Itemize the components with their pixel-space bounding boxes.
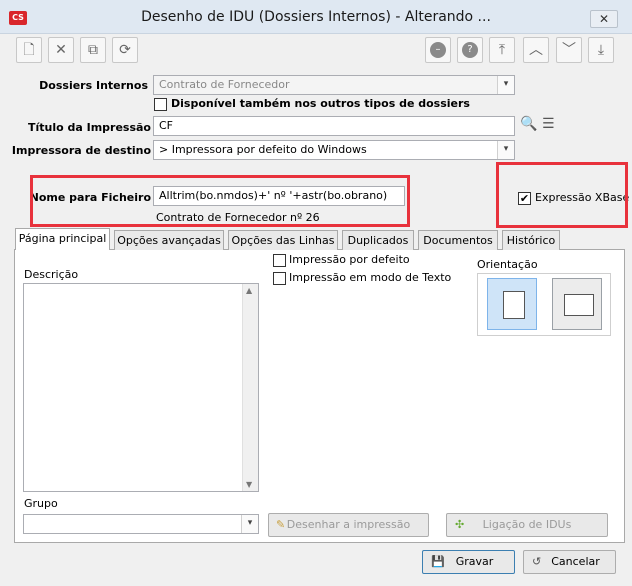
delete-icon: ✕: [55, 42, 67, 58]
ligacao-idus-button[interactable]: ✣ Ligação de IDUs: [446, 513, 608, 537]
landscape-page-icon: [564, 294, 594, 316]
new-icon: 🗋: [23, 42, 35, 58]
cancelar-button[interactable]: ↺ Cancelar: [523, 550, 616, 574]
save-icon: 💾: [431, 555, 445, 568]
last-record-button[interactable]: ⤓: [588, 37, 614, 63]
titulo-input[interactable]: CF: [153, 116, 515, 136]
close-button[interactable]: ✕: [590, 10, 618, 28]
dossiers-select[interactable]: Contrato de Fornecedor ▾: [153, 75, 515, 95]
gravar-label: Gravar: [455, 555, 494, 568]
titulo-label: Título da Impressão: [27, 121, 151, 134]
list-icon[interactable]: ☰: [542, 116, 560, 136]
help-icon: ?: [462, 42, 478, 58]
tab-duplicados[interactable]: Duplicados: [342, 230, 414, 250]
landscape-button[interactable]: [552, 278, 602, 330]
desenhar-label: Desenhar a impressão: [286, 518, 411, 531]
previous-icon: ︿: [529, 42, 543, 58]
cancelar-label: Cancelar: [551, 555, 600, 568]
chevron-down-icon: ▾: [497, 141, 514, 159]
window-title: Desenho de IDU (Dossiers Internos) - Alt…: [141, 9, 491, 25]
delete-button[interactable]: ✕: [48, 37, 74, 63]
refresh-icon: ⟳: [119, 42, 131, 58]
stop-button[interactable]: –: [425, 37, 451, 63]
disponivel-label: Disponível também nos outros tipos de do…: [171, 97, 470, 110]
impressao-defeito-checkbox[interactable]: [273, 254, 286, 267]
dossiers-label: Dossiers Internos: [39, 79, 148, 92]
tab-opcoes-linhas[interactable]: Opções das Linhas: [228, 230, 338, 250]
impressora-label: Impressora de destino: [11, 144, 151, 157]
grupo-select[interactable]: ▾: [23, 514, 259, 534]
dossiers-value: Contrato de Fornecedor: [159, 78, 290, 91]
highlight-nome-ficheiro: [30, 175, 410, 227]
scroll-down-icon: ▼: [246, 480, 253, 489]
gravar-button[interactable]: 💾 Gravar: [422, 550, 515, 574]
orientacao-label: Orientação: [477, 258, 538, 271]
chevron-down-icon: ▾: [497, 76, 514, 94]
tab-documentos[interactable]: Documentos: [418, 230, 498, 250]
impressao-texto-checkbox[interactable]: [273, 272, 286, 285]
help-button[interactable]: ?: [457, 37, 483, 63]
impressora-select[interactable]: > Impressora por defeito do Windows ▾: [153, 140, 515, 160]
last-icon: ⤓: [597, 42, 605, 58]
pencil-icon: ✎: [276, 518, 286, 531]
descricao-textarea[interactable]: ▲ ▼: [23, 283, 259, 492]
copy-icon: ⧉: [88, 42, 98, 58]
undo-icon: ↺: [532, 555, 542, 568]
disponivel-checkbox[interactable]: [154, 98, 167, 111]
impressao-defeito-label: Impressão por defeito: [289, 253, 410, 266]
previous-record-button[interactable]: ︿: [523, 37, 549, 63]
tab-historico[interactable]: Histórico: [502, 230, 560, 250]
impressora-value: > Impressora por defeito do Windows: [159, 143, 367, 156]
network-icon: ✣: [455, 518, 465, 531]
tab-pagina-principal[interactable]: Página principal: [15, 228, 110, 250]
next-icon: ﹀: [562, 42, 576, 58]
descricao-label: Descrição: [24, 268, 79, 281]
scroll-up-icon: ▲: [246, 286, 253, 295]
ligacao-label: Ligação de IDUs: [482, 518, 572, 531]
refresh-button[interactable]: ⟳: [112, 37, 138, 63]
desenhar-impressao-button[interactable]: ✎ Desenhar a impressão: [268, 513, 429, 537]
impressao-texto-label: Impressão em modo de Texto: [289, 271, 452, 284]
first-record-button[interactable]: ⤒: [489, 37, 515, 63]
highlight-xbase: [496, 162, 628, 228]
portrait-button[interactable]: [487, 278, 537, 330]
copy-button[interactable]: ⧉: [80, 37, 106, 63]
next-record-button[interactable]: ﹀: [556, 37, 582, 63]
tab-opcoes-avancadas[interactable]: Opções avançadas: [114, 230, 224, 250]
chevron-down-icon: ▾: [241, 515, 258, 533]
portrait-page-icon: [503, 291, 525, 319]
grupo-label: Grupo: [24, 497, 58, 510]
new-button[interactable]: 🗋: [16, 37, 42, 63]
stop-icon: –: [430, 42, 446, 58]
first-icon: ⤒: [498, 42, 506, 58]
descricao-scrollbar[interactable]: ▲ ▼: [242, 284, 258, 491]
search-icon[interactable]: 🔍: [520, 116, 538, 136]
